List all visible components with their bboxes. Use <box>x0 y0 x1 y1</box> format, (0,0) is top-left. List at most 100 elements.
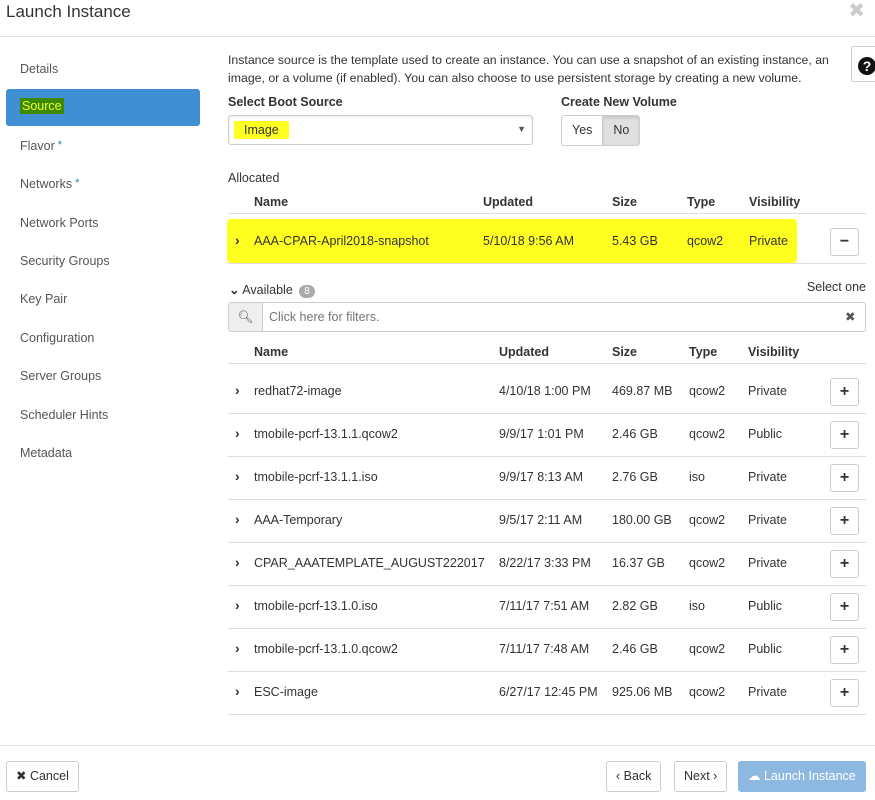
chevron-right-icon[interactable]: › <box>235 468 240 484</box>
table-row: › AAA-Temporary 9/5/17 2:11 AM 180.00 GB qco… <box>0 499 875 542</box>
sidebar-item-flavor[interactable]: Flavor * <box>20 139 62 153</box>
cell-size: 2.46 GB <box>612 641 658 656</box>
cell-visibility: Public <box>748 641 783 656</box>
table-row: › tmobile-pcrf-13.1.1.iso 9/9/17 8:13 AM 2.… <box>0 456 875 499</box>
yes-button[interactable]: Yes <box>562 116 602 145</box>
cell-name: redhat72-image <box>254 383 342 398</box>
divider <box>228 213 866 214</box>
sidebar-item-details[interactable]: Details <box>20 62 58 76</box>
allocated-label: Allocated <box>228 171 280 185</box>
dialog-title: Launch Instance <box>6 2 131 21</box>
back-label: Back <box>623 769 652 783</box>
column-header-size: Size <box>612 195 638 209</box>
cell-size: 2.46 GB <box>612 426 658 441</box>
column-header-size: Size <box>612 345 638 359</box>
sidebar-item-configuration[interactable]: Configuration <box>20 331 94 345</box>
cell-name: tmobile-pcrf-13.1.1.iso <box>254 469 378 484</box>
required-mark: * <box>57 138 63 151</box>
intro-text: Instance source is the template used to … <box>228 53 829 85</box>
back-button[interactable]: ‹ Back <box>606 761 662 792</box>
chevron-right-icon[interactable]: › <box>235 597 240 613</box>
chevron-right-icon[interactable]: › <box>235 382 240 398</box>
cell-name: AAA-CPAR-April2018-snapshot <box>254 233 429 248</box>
cell-name: tmobile-pcrf-13.1.0.iso <box>254 598 378 613</box>
divider <box>228 714 866 715</box>
cell-size: 2.76 GB <box>612 469 658 484</box>
allocate-button[interactable]: + <box>830 592 859 621</box>
cell-type: qcow2 <box>687 233 724 248</box>
next-button[interactable]: Next › <box>674 761 728 792</box>
chevron-right-icon[interactable]: › <box>235 554 240 570</box>
chevron-right-icon[interactable]: › <box>235 232 240 248</box>
cell-type: qcow2 <box>689 555 726 570</box>
cell-name: ESC-image <box>254 684 318 699</box>
search-icon: 🔍︎ <box>229 303 263 331</box>
cell-visibility: Public <box>748 598 783 613</box>
clear-filter-icon[interactable]: ✖ <box>845 303 865 331</box>
sidebar-item-label: Details <box>20 62 59 76</box>
sidebar-item-networks[interactable]: Networks * <box>20 177 79 191</box>
divider <box>228 363 866 364</box>
cell-visibility: Private <box>749 233 788 248</box>
sidebar-item-label: Configuration <box>20 330 95 345</box>
column-header-updated: Updated <box>483 195 533 209</box>
chevron-right-icon[interactable]: › <box>235 511 240 527</box>
allocate-button[interactable]: + <box>830 506 859 535</box>
cell-updated: 7/11/17 7:51 AM <box>499 598 590 613</box>
filter-input[interactable] <box>263 303 845 331</box>
sidebar-item-key-pair[interactable]: Key Pair <box>20 292 67 306</box>
boot-source-label: Select Boot Source <box>228 95 343 109</box>
boot-source-value: Image <box>234 121 289 139</box>
divider <box>228 263 866 264</box>
allocate-button[interactable]: + <box>830 420 859 449</box>
sidebar-item-label: Networks <box>20 177 73 192</box>
column-header-name: Name <box>254 195 289 209</box>
cell-updated: 9/9/17 8:13 AM <box>499 469 584 484</box>
column-header-updated: Updated <box>499 345 549 359</box>
cell-type: iso <box>689 469 705 484</box>
no-button[interactable]: No <box>602 116 640 145</box>
allocate-button[interactable]: + <box>830 463 859 492</box>
table-row: › ESC-image 6/27/17 12:45 PM 925.06 MB qcow2… <box>0 671 875 714</box>
allocate-button[interactable]: + <box>830 377 859 406</box>
column-header-type: Type <box>687 195 716 209</box>
cell-updated: 9/9/17 1:01 PM <box>499 426 584 441</box>
allocate-button[interactable]: + <box>830 678 859 707</box>
chevron-right-icon[interactable]: › <box>235 640 240 656</box>
chevron-right-icon[interactable]: › <box>235 683 240 699</box>
cell-type: qcow2 <box>689 512 726 527</box>
cell-type: qcow2 <box>689 641 726 656</box>
column-header-visibility: Visibility <box>749 195 801 209</box>
cancel-button[interactable]: ✖ Cancel <box>6 761 79 792</box>
new-volume-label: Create New Volume <box>561 95 677 109</box>
available-toggle[interactable]: ⌄ Available 8 <box>229 282 315 298</box>
cell-size: 180.00 GB <box>612 512 672 527</box>
cell-size: 16.37 GB <box>612 555 665 570</box>
table-row: › tmobile-pcrf-13.1.0.iso 7/11/17 7:51 AM 2… <box>0 585 875 628</box>
sidebar-item-source[interactable]: Source <box>6 89 200 126</box>
cell-visibility: Public <box>748 426 783 441</box>
available-label: Available <box>242 283 293 297</box>
cell-name: tmobile-pcrf-13.1.0.qcow2 <box>254 641 398 656</box>
next-label: Next <box>684 769 710 783</box>
deallocate-button[interactable]: − <box>830 227 859 256</box>
cell-size: 469.87 MB <box>612 383 673 398</box>
launch-label: Launch Instance <box>763 769 856 783</box>
cell-name: CPAR_AAATEMPLATE_AUGUST222017 <box>254 555 485 570</box>
new-volume-toggle: Yes No <box>561 115 641 146</box>
chevron-right-icon[interactable]: › <box>235 425 240 441</box>
cell-type: iso <box>689 598 705 613</box>
sidebar-item-label: Source <box>20 98 64 114</box>
cell-updated: 9/5/17 2:11 AM <box>499 512 583 527</box>
boot-source-select[interactable]: Image ▼ <box>228 115 533 145</box>
launch-instance-button[interactable]: ☁ Launch Instance <box>738 761 866 792</box>
cell-name: AAA-Temporary <box>254 512 343 527</box>
close-icon[interactable]: ✖ <box>848 0 865 23</box>
help-button[interactable]: ? <box>851 46 875 82</box>
allocate-button[interactable]: + <box>830 549 859 578</box>
select-one-hint: Select one <box>806 280 866 294</box>
cloud-upload-icon: ☁ <box>748 769 764 783</box>
allocate-button[interactable]: + <box>830 635 859 664</box>
filter-bar: 🔍︎ ✖ <box>228 302 866 332</box>
cell-updated: 4/10/18 1:00 PM <box>499 383 591 398</box>
